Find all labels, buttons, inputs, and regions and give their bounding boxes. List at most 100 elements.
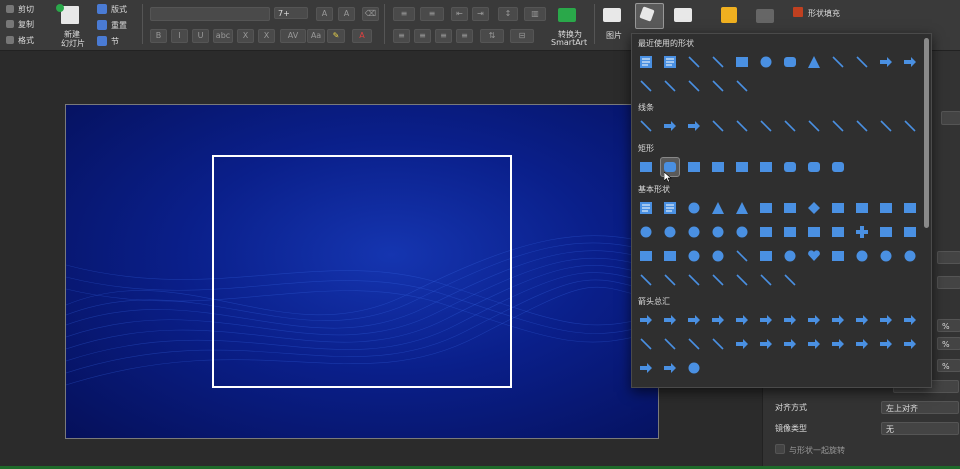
triangle-icon[interactable] [804, 52, 824, 72]
double-brace-icon[interactable] [684, 270, 704, 290]
curved-down-arrow-icon[interactable] [708, 334, 728, 354]
clear-format-button[interactable]: ⌫ [362, 7, 379, 21]
font-color-button[interactable]: A [352, 29, 372, 43]
shapes-dropdown[interactable]: 最近使用的形状 线条 矩形 基本形状 箭头总汇 [631, 33, 932, 388]
curve-icon[interactable] [684, 76, 704, 96]
arrow-line-icon[interactable] [708, 52, 728, 72]
arrow-icon[interactable] [660, 116, 680, 136]
text-box-icon[interactable] [636, 52, 656, 72]
percent-field-2[interactable]: % [937, 337, 960, 350]
right-arrow-icon[interactable] [876, 52, 896, 72]
layout-button[interactable]: 版式 [111, 4, 127, 15]
italic-button[interactable]: I [171, 29, 188, 43]
numbering-button[interactable]: ≡ [420, 7, 444, 21]
dodecagon-icon[interactable] [660, 222, 680, 242]
section-button[interactable]: 节 [111, 36, 119, 47]
line-icon[interactable] [684, 52, 704, 72]
rotate-checkbox[interactable] [775, 444, 785, 454]
curve-icon[interactable] [852, 116, 872, 136]
right-arrow-callout-icon[interactable] [828, 334, 848, 354]
octagon-icon[interactable] [900, 198, 920, 218]
align-left-button[interactable]: ≡ [393, 29, 410, 43]
vertical-text-box-icon[interactable] [660, 52, 680, 72]
left-up-arrow-icon[interactable] [876, 310, 896, 330]
quad-arrow-callout-icon[interactable] [660, 358, 680, 378]
left-right-arrow-callout-icon[interactable] [636, 358, 656, 378]
can-icon[interactable] [900, 222, 920, 242]
circular-arrow-icon[interactable] [684, 358, 704, 378]
brace-left-icon[interactable] [732, 76, 752, 96]
right-triangle-icon[interactable] [732, 198, 752, 218]
freeform-icon[interactable] [876, 116, 896, 136]
cut-button[interactable]: 剪切 [18, 4, 34, 15]
decrease-indent-button[interactable]: ⇤ [451, 7, 468, 21]
striped-right-arrow-icon[interactable] [732, 334, 752, 354]
convert-smartart-label-2[interactable]: SmartArt [551, 38, 587, 47]
curved-right-arrow-icon[interactable] [636, 334, 656, 354]
up-arrow-icon[interactable] [684, 310, 704, 330]
shape-fill-button[interactable]: 形状填充 [808, 8, 840, 19]
pentagon-icon[interactable] [828, 198, 848, 218]
bent-up-arrow-icon[interactable] [900, 310, 920, 330]
vertical-text-box-icon[interactable] [660, 198, 680, 218]
reset-button[interactable]: 重置 [111, 20, 127, 31]
elbow-connector-2-icon[interactable] [852, 52, 872, 72]
donut-icon[interactable] [684, 246, 704, 266]
character-spacing-button[interactable]: AV [280, 29, 306, 43]
rounded-rectangle-icon[interactable] [780, 52, 800, 72]
bold-button[interactable]: B [150, 29, 167, 43]
percent-field-3[interactable]: % [937, 359, 960, 372]
snip-single-corner-icon[interactable] [684, 157, 704, 177]
text-box-icon[interactable] [636, 198, 656, 218]
justify-button[interactable]: ≡ [456, 29, 473, 43]
oval-icon[interactable] [684, 198, 704, 218]
down-arrow-callout-icon[interactable] [852, 334, 872, 354]
snip-round-icon[interactable] [756, 157, 776, 177]
right-brace-icon[interactable] [780, 270, 800, 290]
superscript-button[interactable]: X [237, 29, 254, 43]
increase-indent-button[interactable]: ⇥ [472, 7, 489, 21]
left-arrow-callout-icon[interactable] [876, 334, 896, 354]
diamond-icon[interactable] [804, 198, 824, 218]
triangle-icon[interactable] [708, 198, 728, 218]
left-right-up-arrow-icon[interactable] [804, 310, 824, 330]
up-down-arrow-icon[interactable] [756, 310, 776, 330]
left-bracket-icon[interactable] [708, 270, 728, 290]
half-frame-icon[interactable] [780, 222, 800, 242]
slide-canvas[interactable] [65, 104, 659, 439]
elbow-icon[interactable] [708, 116, 728, 136]
plaque-icon[interactable] [876, 222, 896, 242]
double-arrow-icon[interactable] [684, 116, 704, 136]
curved-arrow-icon[interactable] [804, 116, 824, 136]
folded-corner-icon[interactable] [756, 246, 776, 266]
align-text-button[interactable]: ⊟ [510, 29, 534, 43]
picture-icon[interactable] [603, 8, 621, 22]
no-symbol-icon[interactable] [708, 246, 728, 266]
freeform-icon[interactable] [636, 76, 656, 96]
line-icon[interactable] [636, 116, 656, 136]
parallelogram-icon[interactable] [756, 198, 776, 218]
left-arrow-icon[interactable] [660, 310, 680, 330]
content-placeholder[interactable] [212, 155, 512, 388]
align-center-button[interactable]: ≡ [414, 29, 431, 43]
down-arrow-icon[interactable] [708, 310, 728, 330]
heart-icon[interactable] [804, 246, 824, 266]
picture-label[interactable]: 图片 [606, 30, 622, 41]
mirror-select[interactable]: 无 [881, 422, 959, 435]
quick-styles-icon[interactable] [756, 9, 774, 23]
heptagon-icon[interactable] [876, 198, 896, 218]
notched-right-arrow-icon[interactable] [756, 334, 776, 354]
subscript-button[interactable]: X [258, 29, 275, 43]
cross-icon[interactable] [852, 222, 872, 242]
teardrop-icon[interactable] [732, 222, 752, 242]
font-name-select[interactable] [150, 7, 270, 21]
u-turn-arrow-icon[interactable] [852, 310, 872, 330]
chord-icon[interactable] [708, 222, 728, 242]
rectangle-icon[interactable] [732, 52, 752, 72]
scribble-icon[interactable] [660, 76, 680, 96]
copy-button[interactable]: 复制 [18, 19, 34, 30]
text-direction-button[interactable]: ⇅ [480, 29, 504, 43]
round-same-side-icon[interactable] [804, 157, 824, 177]
curved-icon[interactable] [780, 116, 800, 136]
smiley-icon[interactable] [780, 246, 800, 266]
